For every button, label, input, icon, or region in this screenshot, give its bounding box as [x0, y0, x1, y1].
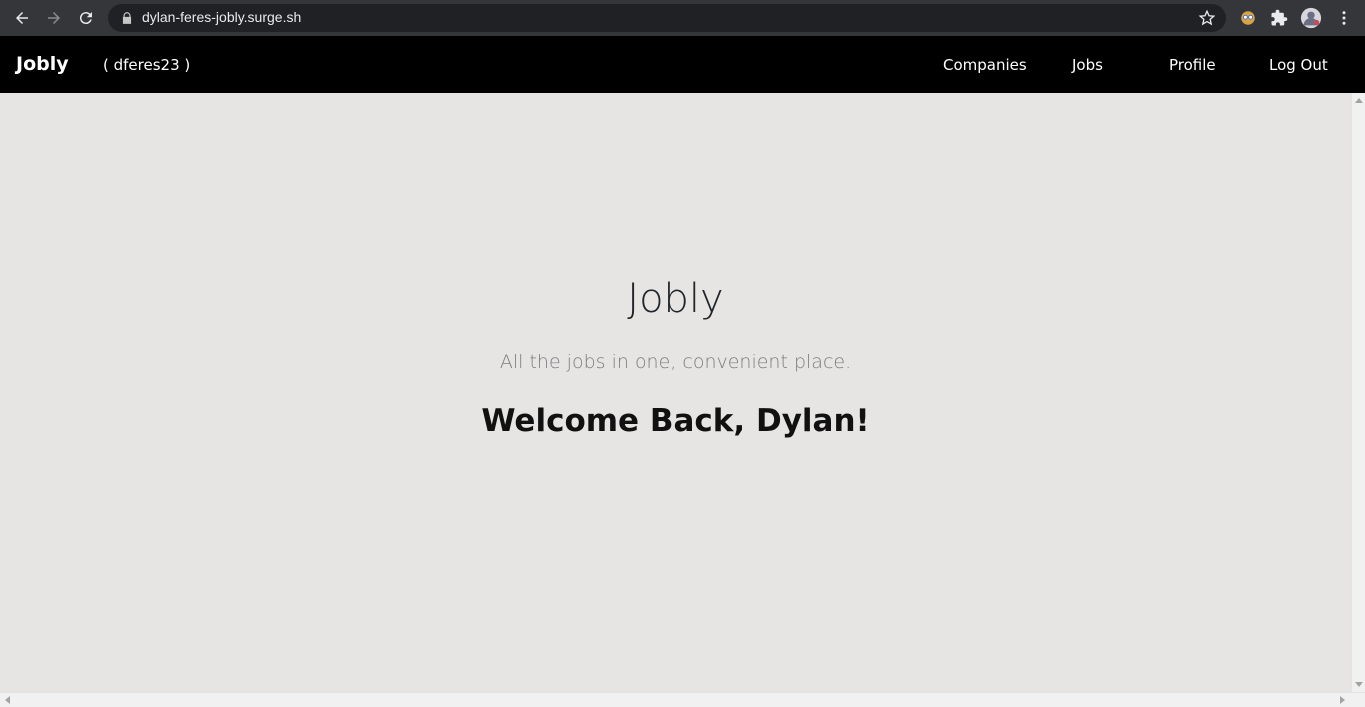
- puzzle-icon[interactable]: [1268, 7, 1290, 29]
- horizontal-scrollbar[interactable]: [0, 692, 1365, 707]
- scroll-up-icon[interactable]: [1355, 98, 1363, 103]
- reload-button[interactable]: [74, 6, 98, 30]
- page-title: Jobly: [627, 276, 724, 322]
- nav-link-profile[interactable]: Profile: [1169, 56, 1216, 74]
- lock-icon: [122, 12, 132, 24]
- address-bar[interactable]: dylan-feres-jobly.surge.sh: [108, 4, 1226, 32]
- back-arrow-icon: [16, 12, 28, 24]
- username-label: ( dferes23 ): [103, 56, 191, 74]
- scroll-down-icon[interactable]: [1355, 682, 1363, 687]
- homepage-content: Jobly All the jobs in one, convenient pl…: [0, 93, 1351, 692]
- menu-dots-icon[interactable]: [1333, 7, 1355, 29]
- vertical-scrollbar[interactable]: [1351, 93, 1365, 692]
- scroll-right-icon[interactable]: [1340, 696, 1345, 704]
- bookmark-star-icon[interactable]: [1198, 9, 1216, 27]
- scroll-left-icon[interactable]: [5, 696, 10, 704]
- back-button[interactable]: [10, 6, 34, 30]
- nav-link-companies[interactable]: Companies: [943, 56, 1027, 74]
- site-navbar: Jobly ( dferes23 ) Companies Jobs Profil…: [0, 36, 1365, 93]
- brand-link[interactable]: Jobly: [16, 53, 69, 75]
- browser-toolbar: dylan-feres-jobly.surge.sh: [0, 0, 1365, 36]
- extension-icon[interactable]: [1237, 7, 1259, 29]
- welcome-message: Welcome Back, Dylan!: [481, 403, 870, 439]
- forward-button[interactable]: [42, 6, 66, 30]
- nav-link-logout[interactable]: Log Out: [1269, 56, 1328, 74]
- nav-link-jobs[interactable]: Jobs: [1072, 56, 1103, 74]
- avatar[interactable]: [1300, 7, 1322, 29]
- url-text: dylan-feres-jobly.surge.sh: [142, 9, 302, 25]
- forward-arrow-icon: [48, 12, 60, 24]
- reload-icon: [79, 12, 92, 25]
- tagline: All the jobs in one, convenient place.: [499, 351, 852, 373]
